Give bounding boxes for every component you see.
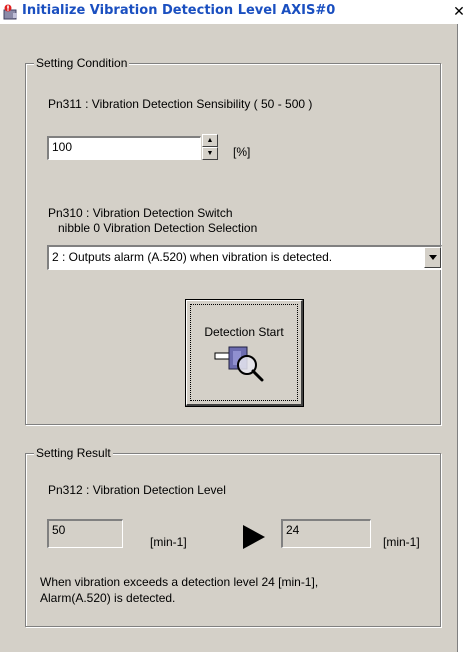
close-icon[interactable]: ✕ bbox=[452, 4, 466, 20]
sensibility-unit: [%] bbox=[233, 145, 251, 159]
selection-value: 2 : Outputs alarm (A.520) when vibration… bbox=[52, 250, 333, 264]
right-arrow-icon bbox=[243, 525, 265, 549]
setting-result-label: Setting Result bbox=[34, 446, 113, 460]
nibble-label: nibble 0 Vibration Detection Selection bbox=[58, 221, 258, 235]
window-title: Initialize Vibration Detection Level AXI… bbox=[22, 3, 336, 18]
setting-condition-label: Setting Condition bbox=[34, 56, 130, 70]
chevron-down-icon[interactable] bbox=[424, 247, 441, 268]
before-unit: [min-1] bbox=[150, 535, 187, 549]
app-alarm-icon bbox=[3, 4, 17, 20]
after-unit: [min-1] bbox=[383, 535, 420, 549]
dialog-window: Initialize Vibration Detection Level AXI… bbox=[0, 0, 466, 652]
title-bar[interactable]: Initialize Vibration Detection Level AXI… bbox=[0, 0, 466, 24]
pn312-label: Pn312 : Vibration Detection Level bbox=[48, 483, 226, 497]
sensibility-spinner[interactable]: ▲ ▼ bbox=[202, 134, 218, 160]
magnifier-detect-icon bbox=[214, 346, 264, 382]
spin-up-icon[interactable]: ▲ bbox=[202, 134, 218, 147]
pn311-label: Pn311 : Vibration Detection Sensibility … bbox=[48, 97, 313, 111]
result-message-line2: Alarm(A.520) is detected. bbox=[40, 591, 176, 605]
pn310-label: Pn310 : Vibration Detection Switch bbox=[48, 206, 233, 220]
detection-start-label: Detection Start bbox=[204, 325, 284, 339]
vibration-selection-dropdown[interactable]: 2 : Outputs alarm (A.520) when vibration… bbox=[47, 245, 442, 270]
spin-down-icon[interactable]: ▼ bbox=[202, 147, 218, 160]
sensibility-input[interactable]: 100 bbox=[47, 136, 201, 160]
detection-start-button[interactable]: Detection Start bbox=[185, 299, 304, 407]
before-level-field: 50 bbox=[47, 519, 123, 548]
result-message-line1: When vibration exceeds a detection level… bbox=[40, 575, 319, 589]
after-level-field: 24 bbox=[281, 519, 371, 548]
